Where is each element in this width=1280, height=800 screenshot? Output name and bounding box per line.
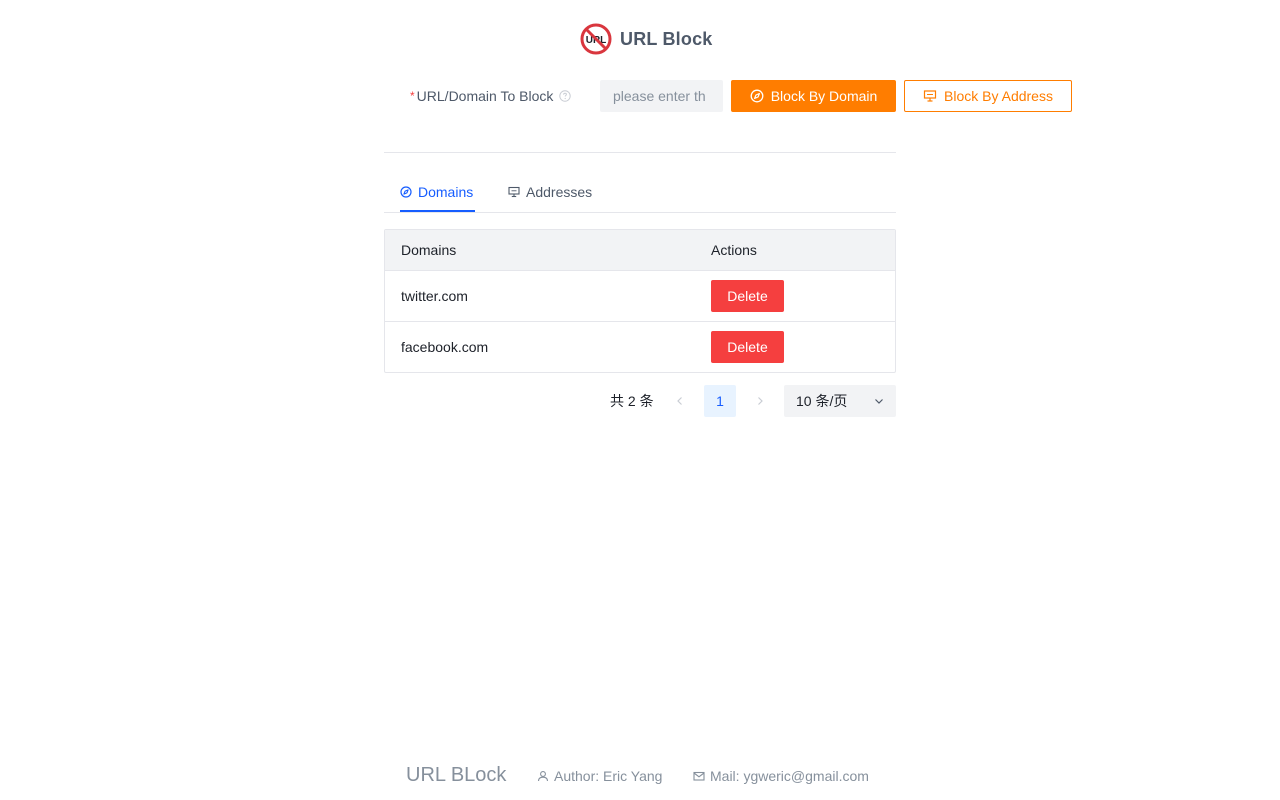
user-icon: [537, 771, 549, 782]
domain-cell: facebook.com: [401, 339, 489, 355]
page-size-select[interactable]: 10 条/页: [784, 385, 896, 417]
block-by-address-button[interactable]: Block By Address: [904, 80, 1072, 112]
footer-mail-text[interactable]: Mail: ygweric@gmail.com: [710, 768, 869, 784]
block-form: * URL/Domain To Block Block By Domain Bl…: [0, 80, 1280, 112]
required-marker: *: [410, 89, 415, 103]
chevron-left-icon: [677, 397, 682, 405]
tab-bar: Domains Addresses: [384, 172, 896, 213]
url-input[interactable]: [600, 80, 723, 112]
compass-icon: [750, 89, 764, 103]
active-tab-indicator: [400, 210, 475, 212]
prev-page-button[interactable]: [664, 385, 696, 417]
table-header: Domains Actions: [385, 230, 895, 271]
tab-domains-label: Domains: [418, 184, 474, 200]
pagination-total: 共 2 条: [610, 393, 654, 409]
url-field-label: * URL/Domain To Block: [410, 80, 572, 112]
table-row: facebook.com Delete: [385, 322, 895, 372]
footer-mail: Mail: ygweric@gmail.com: [693, 768, 869, 784]
table-row: twitter.com Delete: [385, 271, 895, 322]
pagination: 共 2 条 1 10 条/页: [0, 385, 1280, 417]
url-field-label-text: URL/Domain To Block: [416, 88, 554, 104]
monitor-icon: [923, 90, 937, 102]
tab-domains[interactable]: Domains: [400, 172, 473, 212]
tab-addresses[interactable]: Addresses: [508, 172, 592, 212]
page-number-button[interactable]: 1: [704, 385, 736, 417]
mail-icon: [693, 771, 705, 781]
block-by-domain-button[interactable]: Block By Domain: [731, 80, 896, 112]
next-page-button[interactable]: [744, 385, 776, 417]
footer: URL BLock Author: Eric Yang Mail: ygweri…: [0, 760, 1280, 792]
question-circle-icon[interactable]: [559, 90, 572, 102]
section-divider: [384, 152, 896, 153]
app-brand: URL URL Block: [580, 23, 713, 55]
footer-author-text: Author: Eric Yang: [554, 768, 663, 784]
column-header-domains: Domains: [401, 242, 457, 258]
domain-cell: twitter.com: [401, 288, 468, 304]
delete-button[interactable]: Delete: [711, 280, 784, 312]
delete-button[interactable]: Delete: [711, 331, 784, 363]
footer-author: Author: Eric Yang: [537, 768, 662, 784]
column-header-actions: Actions: [711, 242, 757, 258]
app-title: URL Block: [620, 28, 713, 49]
chevron-right-icon: [758, 397, 763, 405]
block-by-address-label: Block By Address: [944, 88, 1053, 104]
monitor-icon: [508, 186, 520, 198]
tab-addresses-label: Addresses: [526, 184, 593, 200]
compass-icon: [400, 186, 412, 198]
chevron-down-icon: [875, 399, 883, 404]
block-by-domain-label: Block By Domain: [770, 88, 878, 104]
page-size-value: 10 条/页: [796, 393, 848, 409]
domains-table: Domains Actions twitter.com Delete faceb…: [384, 229, 896, 373]
url-block-logo-icon: URL: [580, 23, 612, 55]
footer-brand: URL BLock: [406, 764, 507, 786]
